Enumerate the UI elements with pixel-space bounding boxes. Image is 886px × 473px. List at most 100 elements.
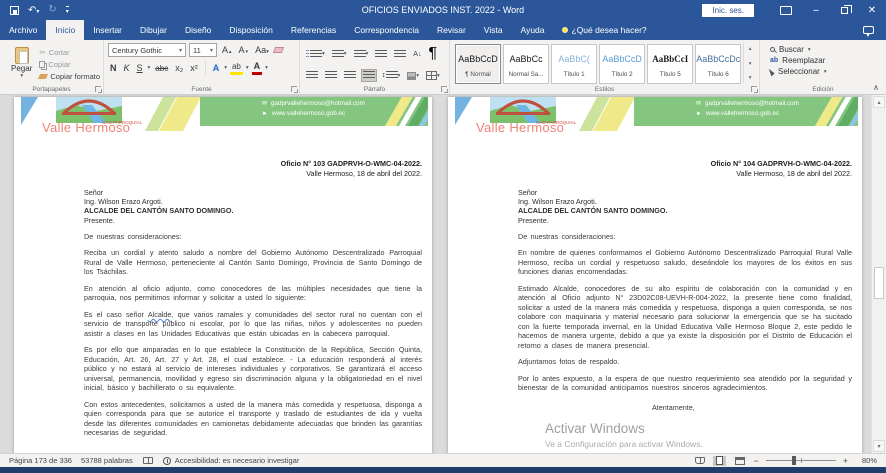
paste-button[interactable]: Pegar ▾ — [4, 43, 39, 83]
dialog-launcher-icon[interactable] — [291, 86, 297, 92]
page-indicator[interactable]: Página 173 de 336 — [9, 456, 72, 465]
change-case-button[interactable]: Aa▾ — [253, 44, 271, 56]
tell-me-box[interactable]: ¿Qué desea hacer? — [554, 20, 655, 40]
scroll-down-icon[interactable]: ▾ — [749, 61, 752, 67]
close-button[interactable]: ✕ — [858, 0, 886, 20]
oficio-date[interactable]: Valle Hermoso, 18 de abril del 2022. — [14, 169, 422, 179]
text-highlight-button[interactable]: ab — [230, 62, 243, 75]
document-page-2[interactable]: Valle Hermoso GAD PARROQUIAL ✉gadprvalle… — [448, 97, 862, 453]
paragraph[interactable]: Estimado Alcalde, conocedores de su alto… — [448, 284, 862, 351]
addressee-line[interactable]: ALCALDE DEL CANTÓN SANTO DOMINGO. — [518, 206, 862, 215]
logo[interactable]: Valle Hermoso GAD PARROQUIAL — [42, 97, 152, 137]
bold-button[interactable]: N — [108, 62, 119, 74]
font-size-combobox[interactable]: 11▾ — [189, 43, 217, 57]
closing-line[interactable]: Atentamente, — [448, 403, 862, 412]
tab-ayuda[interactable]: Ayuda — [512, 20, 554, 40]
print-layout-button[interactable] — [713, 456, 726, 466]
style-titulo-1[interactable]: AaBbC(Título 1 — [551, 44, 597, 84]
style-titulo-6[interactable]: AaBbCcDcTítulo 6 — [695, 44, 741, 84]
minimize-button[interactable]: – — [802, 0, 830, 20]
chevron-down-icon[interactable]: ▾ — [246, 65, 249, 71]
collapse-ribbon-icon[interactable]: ∧ — [873, 83, 879, 92]
paragraph[interactable]: De nuestras consideraciones: — [14, 232, 432, 242]
paragraph[interactable]: Por lo antes expuesto, a la espera de qu… — [448, 374, 862, 393]
oficio-heading[interactable]: Oficio N° 103 GADPRVH-O-WMC-04-2022. Val… — [14, 159, 432, 178]
replace-button[interactable]: abReemplazar — [770, 56, 883, 65]
web-layout-button[interactable] — [733, 456, 746, 466]
gallery-more-icon[interactable]: ▾ — [749, 75, 752, 81]
format-painter-button[interactable]: Copiar formato — [39, 72, 100, 81]
spellcheck-word[interactable]: Alcalde — [148, 310, 172, 319]
bullet-list-button[interactable]: ▾ — [304, 48, 327, 61]
addressee-line[interactable]: ALCALDE DEL CANTÓN SANTO DOMINGO. — [84, 206, 432, 215]
tab-inicio[interactable]: Inicio — [46, 20, 84, 40]
tab-referencias[interactable]: Referencias — [282, 20, 345, 40]
addressee-block[interactable]: Señor Ing. Wilson Erazo Argoti. ALCALDE … — [448, 188, 862, 225]
zoom-out-button[interactable]: − — [753, 456, 758, 466]
font-color-button[interactable]: A — [252, 61, 263, 75]
oficio-number[interactable]: Oficio N° 104 GADPRVH-O-WMC-04-2022. — [448, 159, 852, 169]
borders-button[interactable]: ▾ — [424, 69, 442, 82]
dialog-launcher-icon[interactable] — [751, 86, 757, 92]
ribbon-display-options-icon[interactable] — [780, 6, 792, 15]
paragraph[interactable]: En atención al oficio adjunto, como cono… — [14, 284, 432, 303]
oficio-heading[interactable]: Oficio N° 104 GADPRVH-O-WMC-04-2022. Val… — [448, 159, 862, 178]
sort-button[interactable]: A↓ — [411, 49, 423, 60]
tab-dibujar[interactable]: Dibujar — [131, 20, 176, 40]
style-titulo-5[interactable]: AaBbCcITítulo 5 — [647, 44, 693, 84]
logo[interactable]: Valle Hermoso GAD PARROQUIAL — [476, 97, 586, 137]
chevron-down-icon[interactable]: ▾ — [265, 65, 268, 71]
paragraph-text[interactable]: Es el caso señor — [84, 310, 148, 319]
text-effects-button[interactable]: A — [211, 62, 222, 74]
document-canvas[interactable]: Valle Hermoso GAD PARROQUIAL ✉gadprvalle… — [0, 95, 886, 453]
chevron-down-icon[interactable]: ▾ — [224, 65, 227, 71]
tab-diseno[interactable]: Diseño — [176, 20, 220, 40]
scrollbar-thumb[interactable] — [874, 267, 884, 299]
undo-button[interactable]: ↶▾ — [28, 5, 39, 16]
strikethrough-button[interactable]: abc — [153, 63, 170, 74]
zoom-slider-thumb[interactable] — [792, 456, 796, 465]
multilevel-list-button[interactable]: ▾ — [352, 48, 371, 61]
shrink-font-button[interactable]: A▾ — [237, 44, 251, 56]
restore-button[interactable] — [830, 0, 858, 20]
shading-button[interactable]: ▾ — [405, 70, 421, 82]
sign-in-button[interactable]: Inic. ses. — [702, 4, 754, 17]
letterhead[interactable]: Valle Hermoso GAD PARROQUIAL ✉gadprvalle… — [448, 97, 862, 137]
tab-revisar[interactable]: Revisar — [428, 20, 475, 40]
comments-icon[interactable] — [863, 26, 874, 34]
superscript-button[interactable]: x² — [188, 62, 200, 74]
underline-button[interactable]: S — [135, 62, 145, 74]
dialog-launcher-icon[interactable] — [441, 86, 447, 92]
addressee-line[interactable]: Presente. — [84, 216, 432, 225]
redo-icon[interactable]: ↻ — [48, 5, 56, 15]
accessibility-icon[interactable] — [163, 457, 171, 465]
copy-button[interactable]: Copiar — [39, 60, 100, 69]
customize-qat-icon[interactable]: ▾ — [66, 6, 69, 15]
increase-indent-button[interactable] — [392, 48, 408, 61]
italic-button[interactable]: K — [122, 62, 132, 74]
style-normal-sa[interactable]: AaBbCcNormal Sa... — [503, 44, 549, 84]
styles-gallery-scroll[interactable]: ▴ ▾ ▾ — [743, 43, 756, 83]
word-count[interactable]: 53788 palabras — [81, 456, 133, 465]
paragraph[interactable]: En nombre de quienes conformamos el Gobi… — [448, 248, 862, 277]
tab-correspondencia[interactable]: Correspondencia — [345, 20, 428, 40]
addressee-line[interactable]: Ing. Wilson Erazo Argoti. — [518, 197, 862, 206]
save-icon[interactable] — [10, 6, 19, 15]
show-hide-pilcrow-button[interactable]: ¶ — [426, 43, 439, 65]
decrease-indent-button[interactable] — [373, 48, 389, 61]
paragraph[interactable]: Es el caso señor Alcalde, que varios ram… — [14, 310, 432, 339]
letterhead[interactable]: Valle Hermoso GAD PARROQUIAL ✉gadprvalle… — [14, 97, 432, 137]
paragraph[interactable]: De nuestras consideraciones: — [448, 232, 862, 242]
tab-insertar[interactable]: Insertar — [84, 20, 131, 40]
dialog-launcher-icon[interactable] — [95, 86, 101, 92]
zoom-percentage[interactable]: 80% — [855, 456, 877, 465]
paragraph[interactable]: Reciba un cordial y atento saludo a nomb… — [14, 248, 432, 277]
align-left-button[interactable] — [304, 69, 320, 82]
tab-archivo[interactable]: Archivo — [0, 20, 46, 40]
numbered-list-button[interactable]: ▾ — [330, 48, 349, 61]
tab-disposicion[interactable]: Disposición — [220, 20, 281, 40]
font-name-combobox[interactable]: Century Gothic▾ — [108, 43, 186, 57]
oficio-date[interactable]: Valle Hermoso, 18 de abril del 2022. — [448, 169, 852, 179]
vertical-scrollbar[interactable]: ▴ ▾ — [871, 95, 886, 453]
read-mode-button[interactable] — [693, 456, 706, 466]
